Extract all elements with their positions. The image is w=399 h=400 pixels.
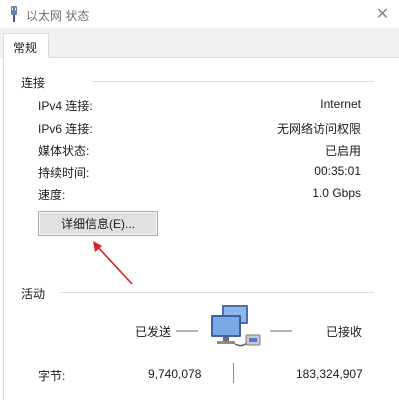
media-state-value: 已启用 <box>324 144 361 158</box>
ipv4-value: Internet <box>320 97 361 111</box>
bytes-sent-value: 9,740,078 <box>148 367 202 381</box>
bytes-received-value: 183,324,907 <box>296 367 363 381</box>
received-dash <box>270 330 292 332</box>
close-icon: ✕ <box>375 6 390 23</box>
tab-label: 常规 <box>13 41 38 55</box>
speed-label: 速度: <box>38 188 66 202</box>
speed-value: 1.0 Gbps <box>312 186 361 200</box>
ipv4-label: IPv4 连接: <box>38 99 93 113</box>
sent-dash <box>176 330 198 332</box>
tab-general[interactable]: 常规 <box>3 33 49 58</box>
activity-group-label: 活动 <box>21 287 46 301</box>
media-state-label: 媒体状态: <box>38 144 90 158</box>
title-bar: 以太网 状态 ✕ <box>0 0 399 28</box>
bytes-label: 字节: <box>38 369 66 383</box>
connection-group-divider <box>92 81 374 82</box>
ipv6-label: IPv6 连接: <box>38 122 93 136</box>
received-label: 已接收 <box>326 325 363 339</box>
ipv6-value: 无网络访问权限 <box>276 122 361 136</box>
window-title: 以太网 状态 <box>26 9 90 23</box>
activity-group-divider <box>60 292 374 293</box>
duration-label: 持续时间: <box>38 166 90 180</box>
connection-group-label: 连接 <box>21 76 46 90</box>
duration-value: 00:35:01 <box>314 164 361 178</box>
network-adapter-icon <box>11 6 17 22</box>
details-button[interactable]: 详细信息(E)... <box>38 211 158 236</box>
tab-strip <box>0 28 399 58</box>
close-button[interactable]: ✕ <box>366 0 399 28</box>
network-activity-icon <box>211 305 261 347</box>
sent-label: 已发送 <box>135 325 172 339</box>
bytes-separator <box>233 363 234 383</box>
